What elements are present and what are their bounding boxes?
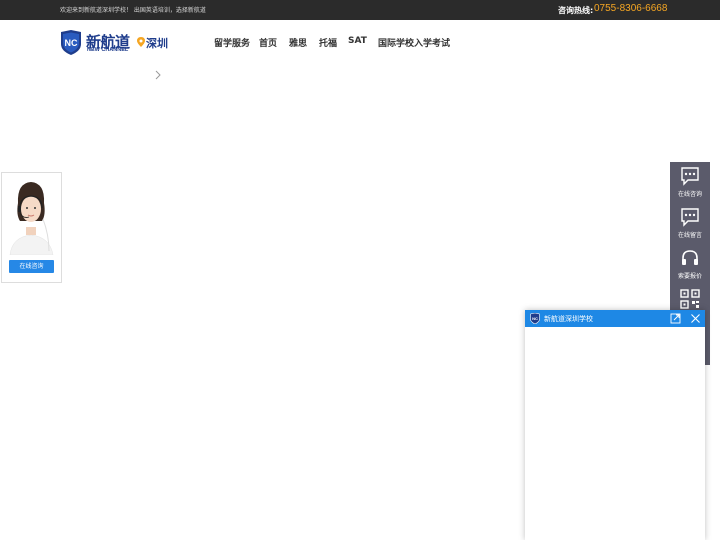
- logo-shield-icon: NC: [61, 30, 81, 55]
- chat-window: NC 新航道深圳学校: [525, 310, 705, 540]
- consultant-avatar: [2, 175, 61, 255]
- nav-item-ielts[interactable]: 雅思: [289, 36, 307, 49]
- nav-item-international-school[interactable]: 国际学校入学考试: [378, 36, 450, 49]
- rail-leave-message[interactable]: 在线留言: [670, 203, 710, 243]
- chevron-right-icon[interactable]: [153, 69, 163, 81]
- rail-request-quote[interactable]: 索要报价: [670, 244, 710, 284]
- rail-online-consult[interactable]: 在线咨询: [670, 162, 710, 202]
- consultant-widget: 在线咨询: [1, 172, 62, 283]
- chat-bubble-icon: [681, 167, 699, 186]
- brand-name-en: NEW CHANNEL: [87, 47, 129, 53]
- chat-logo-badge: NC: [532, 316, 538, 321]
- nav-item-sat[interactable]: SAT: [348, 36, 367, 46]
- hotline-label: 咨询热线:: [558, 6, 594, 15]
- chat-logo-icon: NC: [530, 313, 540, 324]
- message-icon: [681, 208, 699, 227]
- welcome-text: 欢迎来到新航道深圳学校！ 出国英语培训，选择新航道: [60, 7, 206, 14]
- chat-header: NC 新航道深圳学校: [525, 310, 705, 327]
- rail-label: 在线咨询: [677, 191, 702, 198]
- chat-title: 新航道深圳学校: [544, 315, 593, 323]
- rail-label: 在线留言: [677, 232, 702, 239]
- logo-badge: NC: [65, 38, 78, 48]
- site-logo[interactable]: NC 新航道 NEW CHANNEL: [60, 30, 140, 56]
- nav-item-home[interactable]: 首页: [259, 36, 277, 49]
- nav-item-study-abroad[interactable]: 留学服务: [214, 36, 250, 49]
- qr-code-icon: [680, 289, 700, 309]
- close-icon[interactable]: [690, 313, 701, 324]
- nav-item-toefl[interactable]: 托福: [319, 36, 337, 49]
- top-bar: 欢迎来到新航道深圳学校！ 出国英语培训，选择新航道 咨询热线: 0755-830…: [0, 0, 720, 20]
- site-header: NC 新航道 NEW CHANNEL 深圳 留学服务 首页 雅思 托福 SAT …: [0, 20, 720, 66]
- expand-icon[interactable]: [670, 313, 681, 324]
- online-consult-button[interactable]: 在线咨询: [9, 260, 54, 273]
- headset-icon: [682, 250, 698, 265]
- city-name: 深圳: [146, 37, 168, 50]
- hotline-number[interactable]: 0755-8306-6668: [594, 3, 667, 14]
- rail-label: 索要报价: [677, 273, 702, 280]
- location-pin-icon: [137, 37, 145, 47]
